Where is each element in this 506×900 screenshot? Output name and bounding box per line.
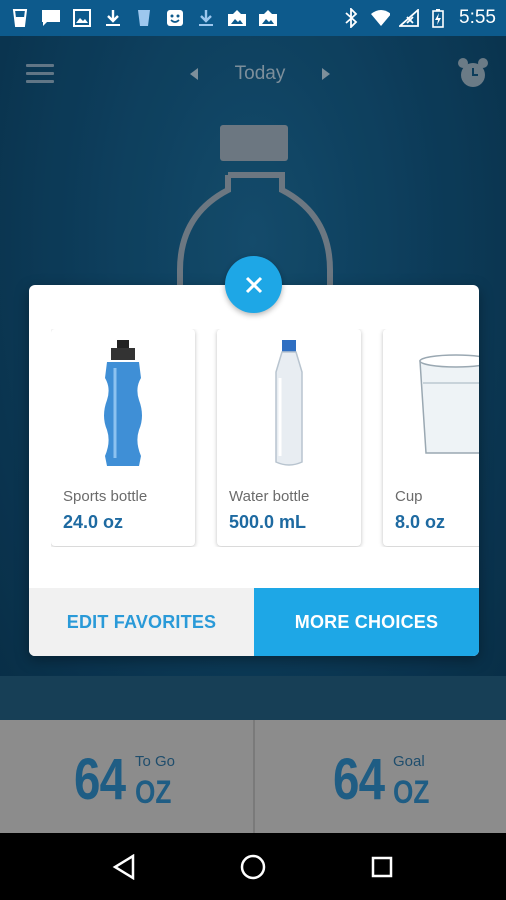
photo-upload-icon [227, 8, 247, 28]
more-choices-button[interactable]: MORE CHOICES [254, 588, 479, 656]
sports-bottle-icon [51, 335, 195, 470]
system-nav-bar [0, 833, 506, 900]
drink-size: 24.0 oz [63, 512, 124, 532]
cup-icon [134, 8, 154, 28]
back-icon[interactable] [104, 847, 144, 887]
photo-upload-icon [258, 8, 278, 28]
close-icon[interactable] [225, 256, 282, 313]
to-go-unit: OZ [135, 774, 172, 810]
app-icon [165, 8, 185, 28]
image-icon [72, 8, 92, 28]
battery-charging-icon [428, 8, 448, 28]
stats-panel: 64 To Go OZ 64 Goal OZ [0, 720, 506, 833]
wifi-icon [370, 8, 391, 28]
drink-size: 8.0 oz [395, 512, 446, 532]
drink-name: Cup [395, 488, 423, 505]
goal-unit: OZ [393, 774, 430, 810]
message-icon [41, 8, 61, 28]
download-icon [196, 8, 216, 28]
to-go-value: 64 [74, 747, 126, 812]
recents-icon[interactable] [362, 847, 402, 887]
download-icon [103, 8, 123, 28]
background-strip [0, 676, 506, 720]
no-signal-icon [399, 8, 419, 28]
edit-favorites-button[interactable]: EDIT FAVORITES [29, 588, 254, 656]
water-bottle-icon [217, 335, 361, 470]
to-go-stat: 64 To Go OZ [0, 720, 253, 833]
goal-value: 64 [333, 747, 385, 812]
drink-name: Water bottle [229, 488, 310, 505]
drink-card-water-bottle[interactable]: Water bottle 500.0 mL [217, 329, 361, 546]
bluetooth-icon [341, 8, 361, 28]
drink-name: Sports bottle [63, 488, 148, 505]
drink-card-cup[interactable]: Cup 8.0 oz [383, 329, 479, 546]
add-drink-dialog: Sports bottle 24.0 oz Water bottle 500.0… [29, 285, 479, 656]
drink-size: 500.0 mL [229, 512, 307, 532]
glass-icon [10, 8, 30, 28]
goal-label: Goal [393, 753, 425, 770]
to-go-label: To Go [135, 753, 176, 770]
goal-stat: 64 Goal OZ [253, 720, 506, 833]
home-icon[interactable] [233, 847, 273, 887]
cup-icon [383, 335, 479, 470]
dialog-actions: EDIT FAVORITES MORE CHOICES [29, 588, 479, 656]
status-time: 5:55 [459, 7, 496, 28]
drink-carousel[interactable]: Sports bottle 24.0 oz Water bottle 500.0… [51, 329, 479, 547]
drink-card-sports-bottle[interactable]: Sports bottle 24.0 oz [51, 329, 195, 546]
status-bar: 5:55 [0, 0, 506, 36]
